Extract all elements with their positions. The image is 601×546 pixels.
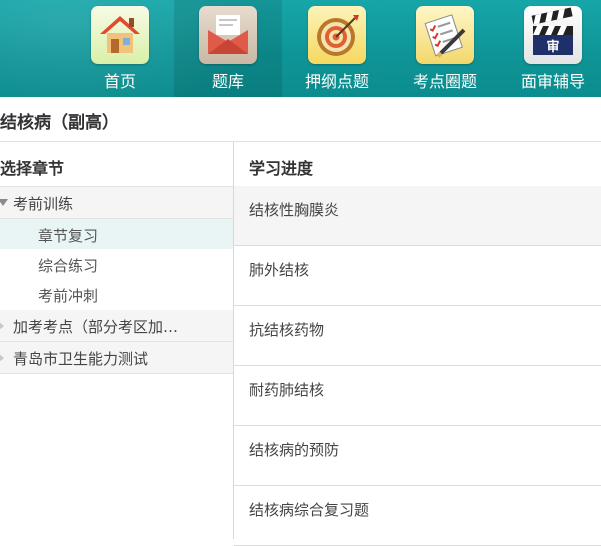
nav-label-question-bank: 题库 (211, 72, 244, 91)
tree-group-qingdao-health-test[interactable]: 青岛市卫生能力测试 (0, 342, 233, 374)
clapperboard-icon: 审 (524, 6, 582, 64)
chapter-row[interactable]: 结核性胸膜炎 (234, 186, 601, 246)
nav-item-key-points[interactable]: 押纲点题 (283, 0, 391, 97)
chapter-label: 抗结核药物 (249, 321, 325, 339)
chapter-label: 肺外结核 (249, 261, 310, 279)
progress-panel-title: 学习进度 (249, 159, 314, 178)
nav-item-exam-points[interactable]: 考点圈题 (391, 0, 499, 97)
tree-item-label: 综合练习 (38, 257, 99, 275)
chapter-label: 结核病的预防 (249, 441, 340, 459)
chapter-row[interactable]: 结核病综合复习题 (234, 486, 601, 546)
tree-group-label: 加考考点（部分考区加… (13, 318, 179, 336)
chapter-row[interactable]: 抗结核药物 (234, 306, 601, 366)
target-icon (308, 6, 366, 64)
chapter-selection-panel: 选择章节 考前训练 章节复习 综合练习 考前冲刺 加考考点（部分考区加… 青岛市… (0, 142, 234, 539)
study-progress-panel: 学习进度 结核性胸膜炎 肺外结核 抗结核药物 耐药肺结核 结核病的预防 结核病综… (234, 142, 601, 546)
tree-group-label: 考前训练 (13, 195, 74, 213)
mail-envelope-icon (199, 6, 257, 64)
chapter-row[interactable]: 耐药肺结核 (234, 366, 601, 426)
tree-group-label: 青岛市卫生能力测试 (13, 350, 149, 368)
nav-item-question-bank[interactable]: 题库 (174, 0, 282, 97)
tree-item-comprehensive-practice[interactable]: 综合练习 (0, 249, 233, 279)
nav-item-home[interactable]: 首页 (66, 0, 174, 97)
nav-label-home: 首页 (103, 72, 136, 91)
expand-triangle-icon (0, 199, 8, 206)
chapter-label: 结核性胸膜炎 (249, 201, 340, 219)
top-navigation-bar: 首页 题库 押纲点题 考点圈题 审 面审辅导 (0, 0, 601, 97)
chapter-row[interactable]: 肺外结核 (234, 246, 601, 306)
clapperboard-badge: 审 (546, 39, 559, 55)
chapter-label: 结核病综合复习题 (249, 501, 370, 519)
tree-item-pre-exam-sprint[interactable]: 考前冲刺 (0, 279, 233, 309)
tree-item-chapter-review[interactable]: 章节复习 (0, 219, 233, 249)
tree-item-label: 章节复习 (38, 227, 99, 245)
chapter-panel-title: 选择章节 (0, 159, 65, 178)
tree-group-pre-exam-training[interactable]: 考前训练 (0, 187, 233, 219)
nav-label-interview-coaching: 面审辅导 (520, 72, 585, 91)
home-icon (91, 6, 149, 64)
chapter-row[interactable]: 结核病的预防 (234, 426, 601, 486)
chapter-panel-header: 选择章节 (0, 142, 233, 187)
nav-label-exam-points: 考点圈题 (412, 72, 477, 91)
collapse-triangle-icon (0, 321, 4, 331)
progress-panel-header: 学习进度 (234, 142, 601, 187)
chapter-label: 耐药肺结核 (249, 381, 325, 399)
collapse-triangle-icon (0, 353, 4, 363)
title-bar: 结核病（副高） (0, 97, 601, 142)
checklist-pencil-icon (416, 6, 474, 64)
nav-label-key-points: 押纲点题 (304, 72, 369, 91)
tree-item-label: 考前冲刺 (38, 287, 99, 305)
nav-item-interview-coaching[interactable]: 审 面审辅导 (499, 0, 601, 97)
page-title: 结核病（副高） (0, 113, 119, 133)
tree-group-extra-exam-points[interactable]: 加考考点（部分考区加… (0, 310, 233, 342)
